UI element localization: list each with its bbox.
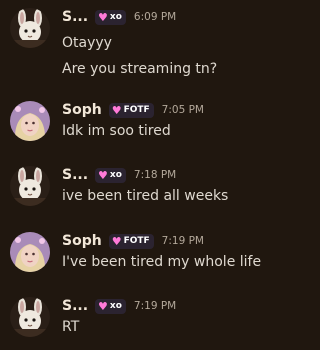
timestamp: 7:05 PM <box>161 104 204 116</box>
username[interactable]: Soph <box>62 102 102 118</box>
avatar[interactable] <box>10 166 50 206</box>
avatar[interactable] <box>10 8 50 48</box>
message-text: Idk im soo tired <box>62 123 171 139</box>
soph-avatar-icon <box>10 232 50 272</box>
timestamp: 6:09 PM <box>133 11 177 23</box>
message-text: RT <box>62 319 80 335</box>
server-tag[interactable]: ♥ FOTF <box>108 102 154 118</box>
message-group: S... ♥ xo 7:19 PM RT <box>0 297 298 337</box>
message-header: Soph ♥ FOTF 7:19 PM <box>62 232 204 250</box>
timestamp: 7:19 PM <box>133 300 177 312</box>
message-header: S... ♥ xo 6:09 PM <box>62 8 176 26</box>
message-group: S... ♥ xo 7:18 PM ive been tired all wee… <box>0 166 298 206</box>
username[interactable]: S... <box>62 167 88 183</box>
username[interactable]: S... <box>62 9 88 25</box>
server-tag[interactable]: ♥ xo <box>95 167 126 183</box>
message-group: Soph ♥ FOTF 7:05 PM Idk im soo tired <box>0 101 298 141</box>
message-text: Are you streaming tn? <box>62 61 218 77</box>
message-header: S... ♥ xo 7:18 PM <box>62 166 176 184</box>
message-group: Soph ♥ FOTF 7:19 PM I've been tired my w… <box>0 232 298 272</box>
soph-avatar-icon <box>10 101 50 141</box>
message-text: ive been tired all weeks <box>62 188 229 204</box>
heart-icon: ♥ <box>98 10 108 24</box>
message-header: Soph ♥ FOTF 7:05 PM <box>62 101 204 119</box>
message-group: S... ♥ xo 6:09 PM Otayyy Are you streami… <box>0 8 298 78</box>
heart-icon: ♥ <box>111 103 122 117</box>
message-text: I've been tired my whole life <box>62 254 262 270</box>
username[interactable]: Soph <box>62 233 102 249</box>
server-tag-label: xo <box>109 12 122 22</box>
heart-icon: ♥ <box>98 299 108 313</box>
server-tag-label: xo <box>109 301 122 311</box>
timestamp: 7:19 PM <box>161 235 204 247</box>
username[interactable]: S... <box>62 298 88 314</box>
server-tag[interactable]: ♥ xo <box>95 298 126 314</box>
bunny-avatar-icon <box>10 297 50 337</box>
heart-icon: ♥ <box>98 168 108 182</box>
server-tag-label: FOTF <box>123 105 150 115</box>
server-tag-label: xo <box>109 170 122 180</box>
heart-icon: ♥ <box>111 234 122 248</box>
message-header: S... ♥ xo 7:19 PM <box>62 297 176 315</box>
bunny-avatar-icon <box>10 8 50 48</box>
timestamp: 7:18 PM <box>133 169 177 181</box>
server-tag-label: FOTF <box>123 236 150 246</box>
avatar[interactable] <box>10 101 50 141</box>
avatar[interactable] <box>10 232 50 272</box>
chat-log: S... ♥ xo 6:09 PM Otayyy Are you streami… <box>0 0 298 350</box>
bunny-avatar-icon <box>10 166 50 206</box>
avatar[interactable] <box>10 297 50 337</box>
server-tag[interactable]: ♥ FOTF <box>108 233 154 249</box>
message-text: Otayyy <box>62 35 112 51</box>
server-tag[interactable]: ♥ xo <box>95 9 126 25</box>
